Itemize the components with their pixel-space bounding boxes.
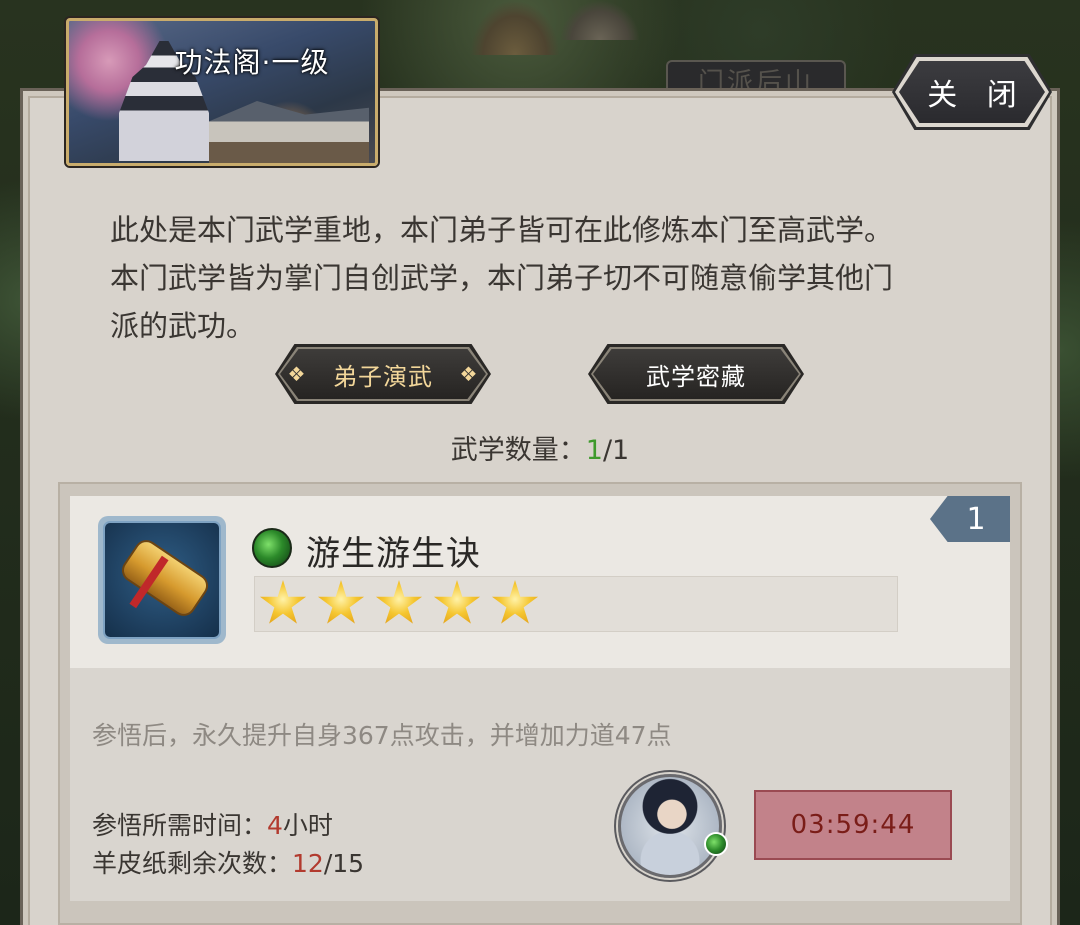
close-button[interactable]: 关 闭	[892, 54, 1052, 130]
background-hut	[560, 0, 640, 40]
page-title: 功法阁·一级	[174, 46, 330, 79]
close-button-label: 关 闭	[927, 78, 1027, 113]
description-line: 此处是本门武学重地，本门弟子皆可在此修炼本门至高武学。	[110, 213, 894, 247]
description-line: 本门武学皆为掌门自创武学，本门弟子切不可随意偷学其他门	[110, 261, 894, 295]
skill-count-label: 武学数量：	[450, 435, 586, 466]
scroll-icon	[103, 521, 221, 639]
parchment-label: 羊皮纸剩余次数：	[92, 849, 293, 878]
skill-name: 游生游生诀	[306, 534, 481, 574]
green-gem-icon	[704, 832, 728, 856]
required-time-value: 4	[267, 811, 283, 840]
ornament-icon: ❖	[287, 362, 307, 386]
description-line: 派的武功。	[110, 309, 256, 343]
description: 此处是本门武学重地，本门弟子皆可在此修炼本门至高武学。 本门武学皆为掌门自创武学…	[110, 206, 990, 350]
green-gem-icon	[252, 528, 292, 568]
star-icon	[259, 580, 307, 624]
required-time: 参悟所需时间：4小时	[92, 806, 333, 842]
star-icon	[317, 580, 365, 624]
tab-label: 武学密藏	[646, 362, 746, 391]
required-time-unit: 小时	[282, 811, 333, 840]
parchment-total: /15	[323, 849, 365, 878]
star-rating	[254, 576, 898, 632]
rooftops-image	[209, 101, 369, 163]
character-avatar[interactable]	[618, 774, 722, 878]
background-hut	[470, 0, 560, 55]
ornament-icon: ❖	[459, 362, 479, 386]
header-banner: 功法阁·一级	[66, 18, 378, 166]
tab-label: 弟子演武	[333, 362, 433, 391]
skill-effect: 参悟后，永久提升自身367点攻击，并增加力道47点	[92, 721, 672, 750]
skill-count: 武学数量：1/1	[0, 428, 1080, 467]
skill-icon-slot[interactable]	[98, 516, 226, 644]
required-time-label: 参悟所需时间：	[92, 811, 268, 840]
tab-martial-collection[interactable]: 武学密藏	[588, 344, 804, 404]
skill-count-total: /1	[602, 435, 630, 466]
star-icon	[375, 580, 423, 624]
parchment-remaining: 羊皮纸剩余次数：12/15	[92, 844, 364, 880]
star-icon	[491, 580, 539, 624]
parchment-current: 12	[292, 849, 324, 878]
star-icon	[433, 580, 481, 624]
tab-disciple-practice[interactable]: ❖ 弟子演武 ❖	[275, 344, 491, 404]
skill-count-current: 1	[585, 435, 603, 466]
countdown-timer-button[interactable]: 03:59:44	[754, 790, 952, 860]
